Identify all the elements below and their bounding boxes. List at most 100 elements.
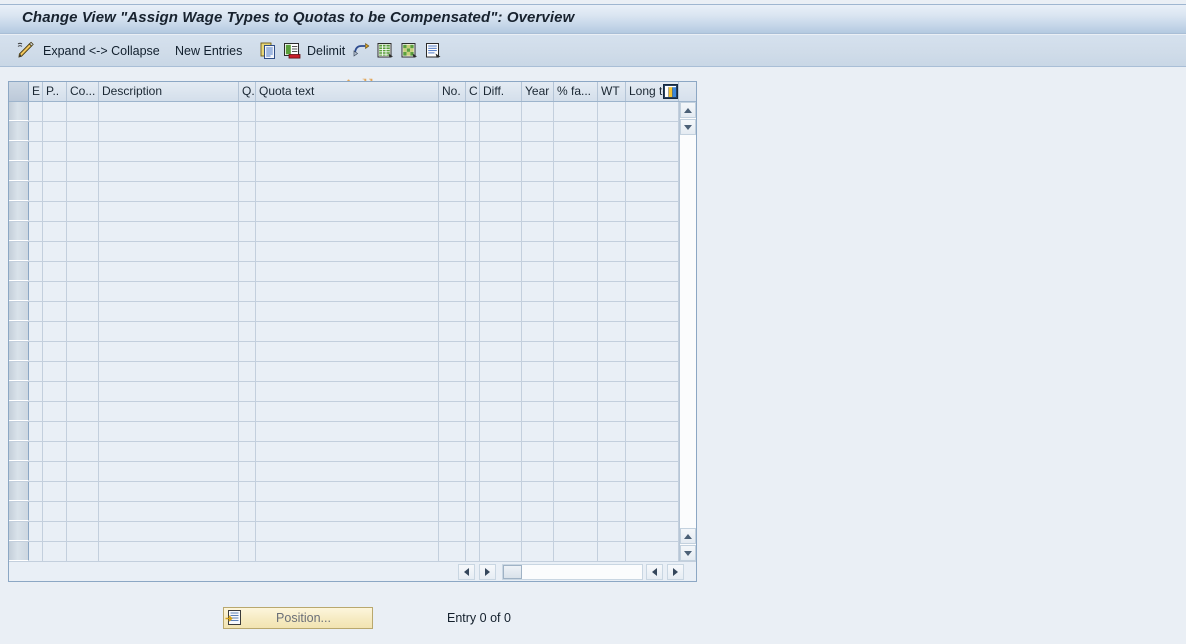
grid-cell-pct_fa[interactable]	[554, 282, 598, 301]
grid-cell-year[interactable]	[522, 322, 554, 341]
grid-cell-quota_text[interactable]	[256, 382, 439, 401]
grid-cell-e[interactable]	[29, 442, 43, 461]
row-selector[interactable]	[9, 422, 29, 441]
grid-cell-q[interactable]	[239, 522, 256, 541]
grid-cell-co[interactable]	[67, 322, 99, 341]
grid-cell-co[interactable]	[67, 202, 99, 221]
grid-cell-long_text[interactable]	[626, 262, 679, 281]
row-selector[interactable]	[9, 202, 29, 221]
grid-cell-year[interactable]	[522, 362, 554, 381]
row-selector[interactable]	[9, 102, 29, 121]
grid-cell-p[interactable]	[43, 342, 67, 361]
row-selector[interactable]	[9, 362, 29, 381]
grid-cell-pct_fa[interactable]	[554, 162, 598, 181]
grid-cell-diff[interactable]	[480, 282, 522, 301]
grid-cell-year[interactable]	[522, 262, 554, 281]
grid-cell-wt[interactable]	[598, 122, 626, 141]
grid-cell-e[interactable]	[29, 522, 43, 541]
scroll-far-right-button[interactable]	[667, 564, 684, 580]
grid-cell-long_text[interactable]	[626, 322, 679, 341]
grid-cell-co[interactable]	[67, 302, 99, 321]
grid-cell-diff[interactable]	[480, 142, 522, 161]
grid-cell-no[interactable]	[439, 142, 466, 161]
grid-cell-description[interactable]	[99, 362, 239, 381]
grid-cell-diff[interactable]	[480, 402, 522, 421]
grid-cell-quota_text[interactable]	[256, 542, 439, 561]
grid-cell-pct_fa[interactable]	[554, 382, 598, 401]
grid-cell-wt[interactable]	[598, 502, 626, 521]
grid-cell-year[interactable]	[522, 342, 554, 361]
grid-cell-q[interactable]	[239, 142, 256, 161]
grid-cell-c[interactable]	[466, 362, 480, 381]
table-row[interactable]	[9, 122, 696, 142]
grid-cell-year[interactable]	[522, 122, 554, 141]
table-row[interactable]	[9, 362, 696, 382]
grid-cell-e[interactable]	[29, 502, 43, 521]
grid-cell-description[interactable]	[99, 262, 239, 281]
grid-cell-wt[interactable]	[598, 242, 626, 261]
grid-cell-long_text[interactable]	[626, 122, 679, 141]
grid-header-cell-quota_text[interactable]: Quota text	[256, 82, 439, 101]
grid-cell-description[interactable]	[99, 162, 239, 181]
grid-cell-co[interactable]	[67, 522, 99, 541]
grid-cell-no[interactable]	[439, 122, 466, 141]
grid-cell-no[interactable]	[439, 402, 466, 421]
grid-cell-year[interactable]	[522, 182, 554, 201]
grid-cell-co[interactable]	[67, 462, 99, 481]
grid-cell-e[interactable]	[29, 122, 43, 141]
grid-cell-e[interactable]	[29, 362, 43, 381]
grid-header-cell-sel[interactable]	[9, 82, 29, 101]
grid-cell-description[interactable]	[99, 402, 239, 421]
grid-cell-q[interactable]	[239, 282, 256, 301]
grid-cell-wt[interactable]	[598, 542, 626, 561]
grid-cell-q[interactable]	[239, 382, 256, 401]
grid-cell-q[interactable]	[239, 222, 256, 241]
table-row[interactable]	[9, 202, 696, 222]
grid-cell-c[interactable]	[466, 322, 480, 341]
grid-cell-no[interactable]	[439, 162, 466, 181]
row-selector[interactable]	[9, 382, 29, 401]
grid-cell-co[interactable]	[67, 342, 99, 361]
grid-cell-diff[interactable]	[480, 262, 522, 281]
grid-cell-p[interactable]	[43, 302, 67, 321]
grid-cell-p[interactable]	[43, 522, 67, 541]
grid-cell-e[interactable]	[29, 162, 43, 181]
grid-cell-co[interactable]	[67, 282, 99, 301]
grid-cell-quota_text[interactable]	[256, 522, 439, 541]
scroll-far-left-button[interactable]	[646, 564, 663, 580]
grid-cell-long_text[interactable]	[626, 442, 679, 461]
grid-cell-diff[interactable]	[480, 502, 522, 521]
grid-cell-co[interactable]	[67, 542, 99, 561]
undo-icon[interactable]	[352, 42, 371, 60]
grid-cell-long_text[interactable]	[626, 142, 679, 161]
grid-cell-no[interactable]	[439, 322, 466, 341]
grid-cell-description[interactable]	[99, 102, 239, 121]
grid-cell-diff[interactable]	[480, 182, 522, 201]
grid-cell-pct_fa[interactable]	[554, 362, 598, 381]
grid-cell-co[interactable]	[67, 162, 99, 181]
grid-cell-pct_fa[interactable]	[554, 422, 598, 441]
grid-cell-year[interactable]	[522, 522, 554, 541]
grid-cell-e[interactable]	[29, 182, 43, 201]
grid-cell-description[interactable]	[99, 222, 239, 241]
row-selector[interactable]	[9, 502, 29, 521]
grid-cell-p[interactable]	[43, 322, 67, 341]
grid-cell-co[interactable]	[67, 382, 99, 401]
grid-cell-quota_text[interactable]	[256, 462, 439, 481]
scroll-page-up-button[interactable]	[680, 119, 696, 135]
row-selector[interactable]	[9, 402, 29, 421]
grid-cell-pct_fa[interactable]	[554, 102, 598, 121]
grid-cell-c[interactable]	[466, 302, 480, 321]
grid-cell-e[interactable]	[29, 302, 43, 321]
grid-cell-year[interactable]	[522, 502, 554, 521]
grid-cell-c[interactable]	[466, 502, 480, 521]
grid-cell-wt[interactable]	[598, 182, 626, 201]
grid-cell-wt[interactable]	[598, 522, 626, 541]
grid-cell-pct_fa[interactable]	[554, 302, 598, 321]
grid-cell-no[interactable]	[439, 262, 466, 281]
grid-cell-e[interactable]	[29, 422, 43, 441]
grid-cell-p[interactable]	[43, 502, 67, 521]
grid-cell-no[interactable]	[439, 382, 466, 401]
row-selector[interactable]	[9, 242, 29, 261]
grid-cell-no[interactable]	[439, 482, 466, 501]
